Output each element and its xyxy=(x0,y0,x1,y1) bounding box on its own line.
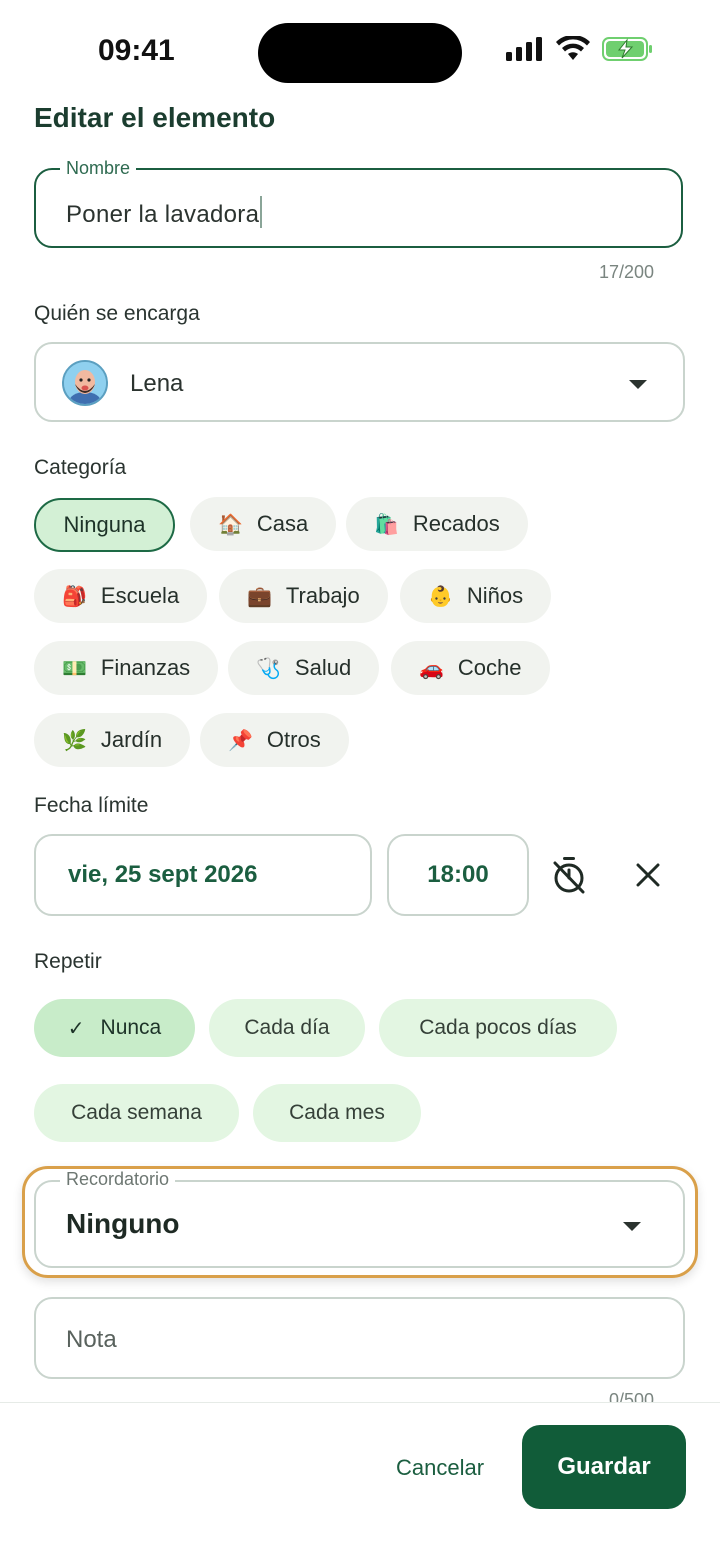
timer-off-icon[interactable] xyxy=(551,856,587,894)
check-icon: ✓ xyxy=(67,1017,85,1040)
wifi-icon xyxy=(556,36,590,60)
car-icon: 🚗 xyxy=(419,657,444,680)
backpack-icon: 🎒 xyxy=(62,585,87,608)
signal-icon xyxy=(506,37,542,61)
status-icons xyxy=(506,36,654,62)
chip-label: Niños xyxy=(466,583,524,608)
text-caret xyxy=(260,196,263,228)
category-chip-salud[interactable]: 🩺 Salud xyxy=(228,641,380,695)
assignee-value: Lena xyxy=(130,370,184,397)
deadline-label: Fecha límite xyxy=(34,794,149,817)
battery-charging-icon xyxy=(602,37,652,61)
category-chip-jardin[interactable]: 🌿 Jardín xyxy=(34,713,191,767)
chip-label: Jardín xyxy=(100,727,163,752)
reminder-select[interactable]: Recordatorio Ninguno xyxy=(34,1169,685,1268)
reminder-value: Ninguno xyxy=(66,1208,180,1239)
chip-label: Cada día xyxy=(244,1016,330,1039)
status-time: 09:41 xyxy=(98,34,175,67)
chip-label: Cada semana xyxy=(71,1101,202,1124)
house-icon: 🏠 xyxy=(218,513,243,536)
stethoscope-icon: 🩺 xyxy=(256,657,281,680)
avatar xyxy=(62,360,108,406)
note-field[interactable]: Nota xyxy=(34,1297,685,1379)
date-button[interactable]: vie, 25 sept 2026 xyxy=(34,834,372,916)
dropdown-arrow-icon xyxy=(623,1222,641,1231)
dropdown-arrow-icon xyxy=(629,380,647,389)
cancel-button[interactable]: Cancelar xyxy=(396,1455,484,1481)
date-value: vie, 25 sept 2026 xyxy=(68,861,258,888)
pushpin-icon: 📌 xyxy=(228,729,253,752)
assignee-label: Quién se encarga xyxy=(34,302,200,325)
banknote-icon: 💵 xyxy=(62,657,87,680)
chip-label: Coche xyxy=(457,655,522,680)
chip-label: Finanzas xyxy=(100,655,191,680)
repeat-chip-nunca[interactable]: ✓ Nunca xyxy=(34,999,195,1057)
dynamic-island xyxy=(258,23,462,83)
repeat-chip-cada-dia[interactable]: Cada día xyxy=(209,999,365,1057)
category-chip-otros[interactable]: 📌 Otros xyxy=(200,713,349,767)
chip-label: Salud xyxy=(294,655,352,680)
reminder-label: Recordatorio xyxy=(60,1169,176,1190)
category-chip-ninos[interactable]: 👶 Niños xyxy=(400,569,552,623)
note-placeholder: Nota xyxy=(66,1326,117,1353)
chip-label: Casa xyxy=(256,511,309,536)
chip-label: Recados xyxy=(412,511,500,536)
briefcase-icon: 💼 xyxy=(247,585,272,608)
assignee-select[interactable]: Lena xyxy=(34,342,685,422)
dialog-title: Editar el elemento xyxy=(34,102,276,133)
repeat-chip-cada-pocos-dias[interactable]: Cada pocos días xyxy=(379,999,617,1057)
herb-icon: 🌿 xyxy=(62,729,87,752)
name-field-value[interactable]: Poner la lavadora xyxy=(66,196,263,229)
name-field[interactable]: Nombre Poner la lavadora xyxy=(34,158,683,248)
category-chip-coche[interactable]: 🚗 Coche xyxy=(391,641,550,695)
save-button[interactable]: Guardar xyxy=(522,1425,686,1509)
chip-label: Escuela xyxy=(100,583,180,608)
category-label: Categoría xyxy=(34,456,127,479)
chip-label: Otros xyxy=(266,727,321,752)
category-chip-casa[interactable]: 🏠 Casa xyxy=(190,497,337,551)
chip-label: Nunca xyxy=(100,1016,162,1039)
name-counter: 17/200 xyxy=(598,262,654,282)
edit-item-sheet: 09:41 Editar el elemento Nombre Poner la… xyxy=(0,0,720,1564)
shopping-bags-icon: 🛍️ xyxy=(374,513,399,536)
time-button[interactable]: 18:00 xyxy=(387,834,529,916)
chip-label: Trabajo xyxy=(285,583,360,608)
repeat-label: Repetir xyxy=(34,950,102,973)
chip-label: Ninguna xyxy=(63,512,146,537)
category-chip-escuela[interactable]: 🎒 Escuela xyxy=(34,569,208,623)
chip-label: Cada pocos días xyxy=(419,1016,577,1039)
chip-label: Cada mes xyxy=(289,1101,385,1124)
clear-deadline-icon[interactable] xyxy=(636,863,660,887)
action-bar: Cancelar Guardar xyxy=(0,1402,720,1564)
baby-icon: 👶 xyxy=(428,585,453,608)
category-chip-trabajo[interactable]: 💼 Trabajo xyxy=(219,569,388,623)
time-value: 18:00 xyxy=(427,861,489,888)
name-field-label: Nombre xyxy=(60,158,137,179)
category-chip-recados[interactable]: 🛍️ Recados xyxy=(346,497,528,551)
save-label: Guardar xyxy=(557,1453,651,1480)
repeat-chip-cada-semana[interactable]: Cada semana xyxy=(34,1084,239,1142)
category-chip-finanzas[interactable]: 💵 Finanzas xyxy=(34,641,219,695)
category-chip-ninguna[interactable]: Ninguna xyxy=(34,498,175,552)
repeat-chip-cada-mes[interactable]: Cada mes xyxy=(253,1084,421,1142)
name-text: Poner la lavadora xyxy=(66,201,260,228)
